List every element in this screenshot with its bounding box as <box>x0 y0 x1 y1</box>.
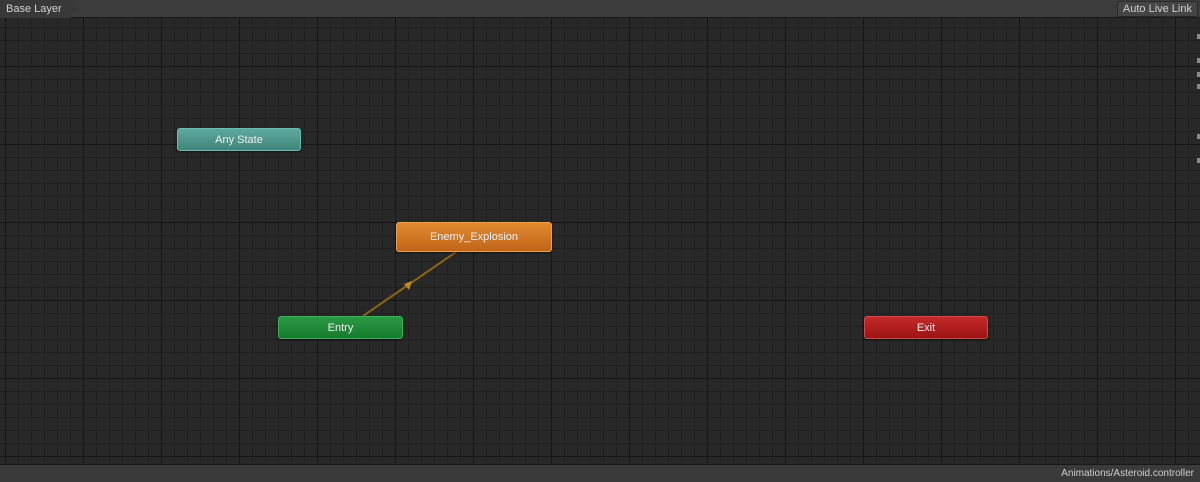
enemy-explosion-state-node[interactable]: Enemy_Explosion <box>396 222 552 252</box>
status-bar: Animations/Asteroid.controller <box>0 464 1200 482</box>
breadcrumb-base-layer[interactable]: Base Layer <box>0 0 78 18</box>
entry-to-enemy-explosion-transition[interactable] <box>362 251 457 317</box>
entry-node[interactable]: Entry <box>278 316 403 339</box>
right-edge-indicators <box>1196 18 1200 178</box>
any-state-node[interactable]: Any State <box>177 128 301 151</box>
controller-asset-path: Animations/Asteroid.controller <box>1061 468 1194 479</box>
animator-toolbar: Base Layer Auto Live Link <box>0 0 1200 18</box>
auto-live-link-button[interactable]: Auto Live Link <box>1116 1 1198 17</box>
transition-arrow-icon <box>404 281 412 290</box>
exit-node[interactable]: Exit <box>864 316 988 339</box>
transition-layer <box>362 251 457 317</box>
animator-window: Base Layer Auto Live Link Any State Enem… <box>0 0 1200 482</box>
state-machine-graph[interactable]: Any State Enemy_Explosion Entry Exit <box>0 18 1200 464</box>
